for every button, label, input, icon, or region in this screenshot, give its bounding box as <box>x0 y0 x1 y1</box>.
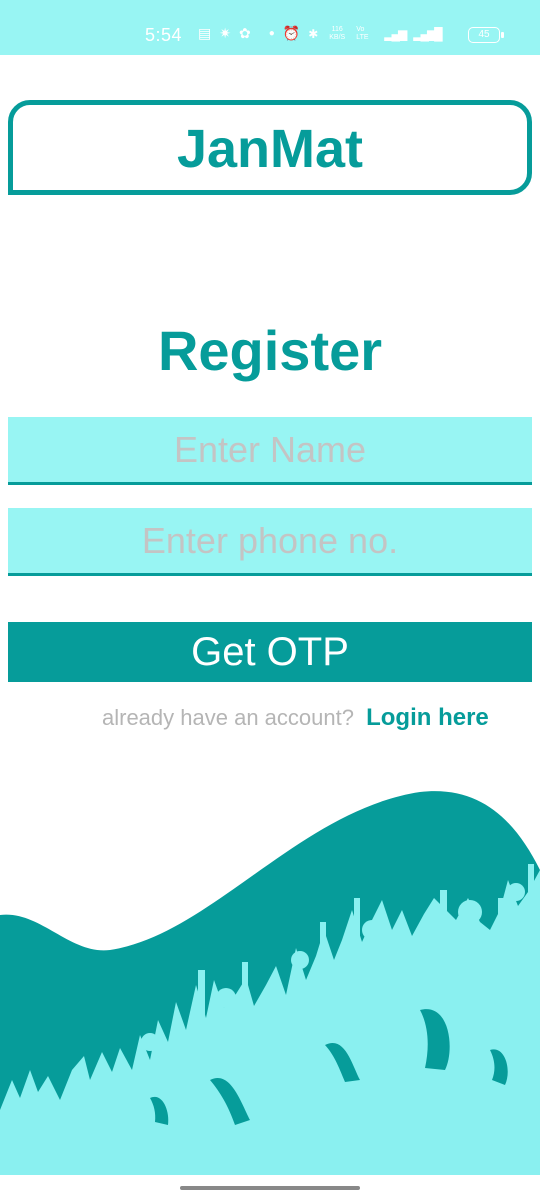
login-row: already have an account? Login here <box>102 704 489 732</box>
bluetooth-icon: ✱ <box>308 26 319 41</box>
twitter-icon: ✿ <box>238 25 251 41</box>
alarm-icon: ⏰ <box>282 25 301 41</box>
notes-icon: ▤ <box>198 25 212 41</box>
signal-4g-icon: ▂▄▆ <box>384 26 407 41</box>
phone-input[interactable] <box>8 508 532 576</box>
navigation-bar <box>0 1175 540 1200</box>
dot-icon: ● <box>268 28 275 39</box>
battery-icon: 45 <box>468 27 504 43</box>
volte-icon: Vo LTE <box>356 25 369 41</box>
name-input[interactable] <box>8 417 532 485</box>
status-time: 5:54 <box>145 25 183 45</box>
status-bar: 5:54 ▤ ✷ ✿ ● ⏰ ✱ 116 KB/S Vo LTE ▂▄▆ ▂▄▆… <box>0 0 540 55</box>
net-speed: 116 KB/S <box>329 25 346 41</box>
home-indicator[interactable] <box>180 1186 360 1190</box>
brand-title: JanMat <box>176 119 364 179</box>
login-prompt: already have an account? <box>102 705 354 730</box>
login-link[interactable]: Login here <box>366 704 489 731</box>
get-otp-button[interactable]: Get OTP <box>8 622 532 682</box>
status-icons: ▤ ✷ ✿ ● ⏰ ✱ 116 KB/S Vo LTE ▂▄▆ ▂▄▆█ <box>198 25 443 42</box>
crowd-illustration <box>0 791 540 1180</box>
signal-icon: ▂▄▆█ <box>413 26 443 41</box>
page-title: Register <box>157 319 383 382</box>
app-icon: ✷ <box>219 25 231 41</box>
